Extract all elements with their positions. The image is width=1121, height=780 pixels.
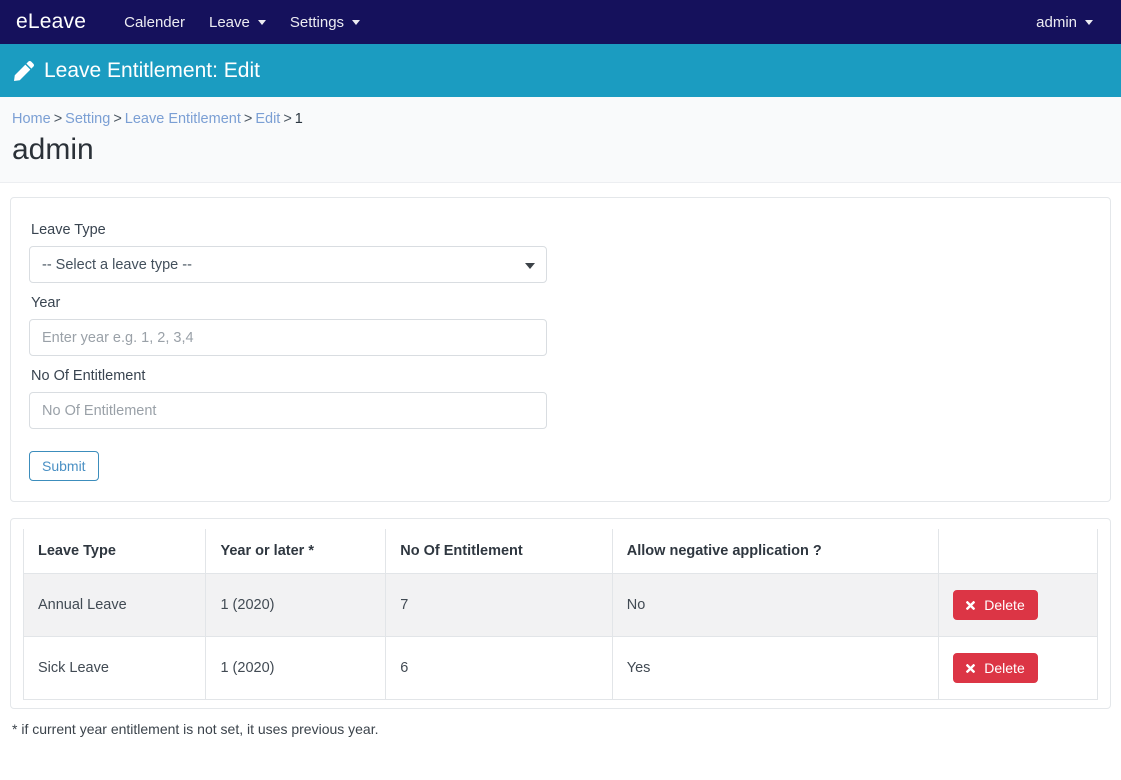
navbar-right: admin bbox=[1024, 8, 1105, 37]
cell-allow-negative: Yes bbox=[611, 636, 940, 700]
nav-item-leave-label: Leave bbox=[208, 13, 250, 31]
entitlement-form-card: Leave Type -- Select a leave type -- Yea… bbox=[10, 197, 1111, 502]
table-body: Annual Leave 1 (2020) 7 No Delete Sick L… bbox=[22, 573, 1098, 700]
top-navbar: eLeave Calender Leave Settings admin bbox=[0, 0, 1121, 44]
breadcrumb: Home > Setting > Leave Entitlement > Edit >1 bbox=[12, 111, 1109, 127]
close-icon bbox=[964, 599, 977, 612]
page-title-group: Leave Entitlement: Edit bbox=[14, 59, 260, 83]
breadcrumb-item-current: 1 bbox=[294, 111, 303, 127]
year-label: Year bbox=[31, 295, 61, 311]
page-header-band: Leave Entitlement: Edit bbox=[0, 44, 1121, 97]
chevron-down-icon bbox=[352, 19, 361, 25]
table-row: Annual Leave 1 (2020) 7 No Delete bbox=[22, 573, 1098, 637]
submit-button[interactable]: Submit bbox=[29, 451, 99, 481]
page-subject-title: admin bbox=[12, 133, 94, 166]
field-no-of-entitlement: No Of Entitlement bbox=[29, 368, 1092, 429]
leave-type-label: Leave Type bbox=[31, 222, 106, 238]
table-header-row: Leave Type Year or later * No Of Entitle… bbox=[22, 529, 1098, 574]
column-header-leave-type: Leave Type bbox=[22, 529, 207, 574]
cell-allow-negative: No bbox=[611, 573, 940, 637]
breadcrumb-separator: > bbox=[243, 111, 253, 127]
entitlement-table: Leave Type Year or later * No Of Entitle… bbox=[22, 529, 1098, 700]
breadcrumb-separator: > bbox=[53, 111, 63, 127]
nav-item-calender[interactable]: Calender bbox=[112, 8, 197, 37]
delete-button[interactable]: Delete bbox=[953, 590, 1038, 620]
column-header-allow-negative: Allow negative application ? bbox=[611, 529, 940, 574]
close-icon bbox=[964, 662, 977, 675]
delete-button[interactable]: Delete bbox=[953, 653, 1038, 683]
table-footnote: * if current year entitlement is not set… bbox=[12, 721, 379, 737]
column-header-entitlement: No Of Entitlement bbox=[385, 529, 613, 574]
chevron-down-icon bbox=[1085, 19, 1093, 25]
year-input[interactable] bbox=[29, 319, 547, 356]
chevron-down-icon bbox=[257, 19, 266, 25]
field-year: Year bbox=[29, 295, 1092, 356]
table-head: Leave Type Year or later * No Of Entitle… bbox=[22, 529, 1098, 574]
breadcrumb-item-leave-entitlement[interactable]: Leave Entitlement bbox=[125, 111, 241, 127]
nav-item-calender-label: Calender bbox=[124, 13, 185, 31]
cell-entitlement: 6 bbox=[385, 636, 613, 700]
breadcrumb-separator: > bbox=[283, 111, 292, 127]
user-menu[interactable]: admin bbox=[1024, 8, 1105, 37]
cell-leave-type: Annual Leave bbox=[22, 573, 207, 637]
entitlement-table-card: Leave Type Year or later * No Of Entitle… bbox=[10, 518, 1111, 709]
nav-item-leave[interactable]: Leave bbox=[197, 8, 278, 37]
user-menu-label: admin bbox=[1036, 13, 1077, 31]
table-row: Sick Leave 1 (2020) 6 Yes Delete bbox=[22, 636, 1098, 700]
nav-links: Calender Leave Settings bbox=[112, 8, 372, 37]
no-of-entitlement-input[interactable] bbox=[29, 392, 547, 429]
pencil-icon bbox=[14, 60, 34, 81]
no-of-entitlement-label: No Of Entitlement bbox=[31, 368, 146, 384]
breadcrumb-item-setting[interactable]: Setting bbox=[65, 111, 110, 127]
cell-entitlement: 7 bbox=[385, 573, 613, 637]
cell-year: 1 (2020) bbox=[205, 636, 387, 700]
delete-button-label: Delete bbox=[984, 660, 1025, 676]
leave-type-select[interactable]: -- Select a leave type -- bbox=[29, 246, 547, 283]
field-leave-type: Leave Type -- Select a leave type -- bbox=[29, 222, 1092, 283]
breadcrumb-section: Home > Setting > Leave Entitlement > Edit >1 ad… bbox=[0, 97, 1121, 183]
page-title: Leave Entitlement: Edit bbox=[44, 58, 260, 82]
column-header-year: Year or later * bbox=[205, 529, 387, 574]
cell-actions: Delete bbox=[938, 573, 1098, 637]
breadcrumb-item-home[interactable]: Home bbox=[12, 111, 51, 127]
breadcrumb-separator: > bbox=[113, 111, 122, 127]
nav-item-settings[interactable]: Settings bbox=[278, 8, 372, 37]
cell-leave-type: Sick Leave bbox=[22, 636, 207, 700]
breadcrumb-item-edit[interactable]: Edit bbox=[255, 111, 280, 127]
cell-actions: Delete bbox=[938, 636, 1098, 700]
column-header-actions bbox=[938, 529, 1098, 574]
brand-logo[interactable]: eLeave bbox=[16, 10, 86, 34]
leave-type-select-wrapper: -- Select a leave type -- bbox=[29, 246, 547, 283]
delete-button-label: Delete bbox=[984, 597, 1025, 613]
cell-year: 1 (2020) bbox=[205, 573, 387, 637]
nav-item-settings-label: Settings bbox=[289, 13, 345, 31]
